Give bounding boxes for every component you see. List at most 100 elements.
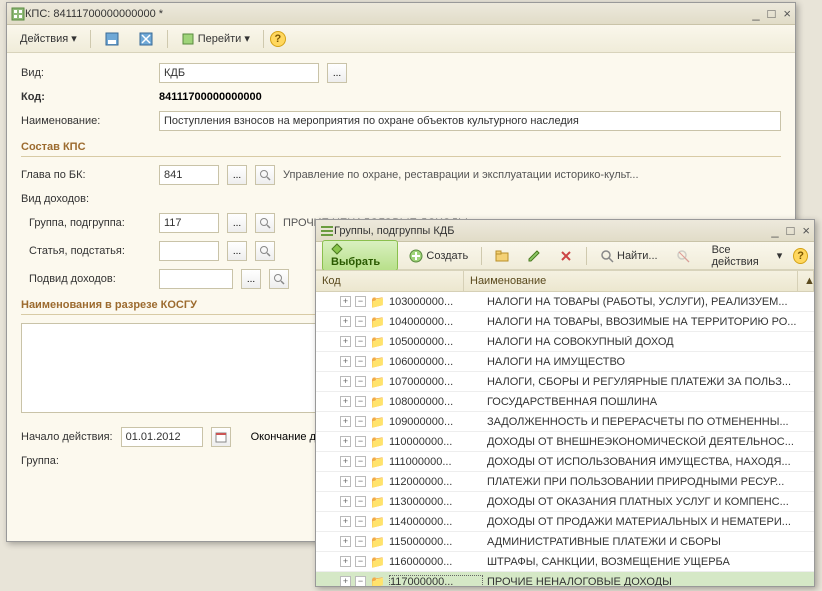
grp-input[interactable] [159, 213, 219, 233]
kps-title: КПС: 84111700000000000 * [25, 8, 752, 20]
create-button[interactable]: Создать [402, 246, 475, 266]
expand-icon[interactable]: + [340, 336, 351, 347]
collapse-icon[interactable]: − [355, 296, 366, 307]
list-icon [320, 224, 334, 238]
expand-icon[interactable]: + [340, 496, 351, 507]
expand-icon[interactable]: + [340, 416, 351, 427]
table-row[interactable]: +−📁109000000...ЗАДОЛЖЕННОСТЬ И ПЕРЕРАСЧЕ… [316, 412, 814, 432]
chevron-down-icon: ▾ [71, 32, 77, 45]
expand-icon[interactable]: + [340, 296, 351, 307]
expand-icon[interactable]: + [340, 316, 351, 327]
table-row[interactable]: +−📁111000000...ДОХОДЫ ОТ ИСПОЛЬЗОВАНИЯ И… [316, 452, 814, 472]
groups-window: Группы, подгруппы КДБ _ □ × Выбрать Созд… [315, 219, 815, 587]
edit-icon[interactable] [520, 246, 548, 266]
folder-icon: 📁 [370, 415, 385, 429]
glava-lookup[interactable]: ... [227, 165, 247, 185]
start-input[interactable] [121, 427, 203, 447]
podvid-lookup[interactable]: ... [241, 269, 261, 289]
table-row[interactable]: +−📁110000000...ДОХОДЫ ОТ ВНЕШНЕЭКОНОМИЧЕ… [316, 432, 814, 452]
expand-icon[interactable]: + [340, 376, 351, 387]
grp-search[interactable] [255, 213, 275, 233]
find-button[interactable]: Найти... [593, 246, 665, 266]
glava-search[interactable] [255, 165, 275, 185]
expand-icon[interactable]: + [340, 476, 351, 487]
table-row[interactable]: +−📁106000000...НАЛОГИ НА ИМУЩЕСТВО [316, 352, 814, 372]
table-row[interactable]: +−📁112000000...ПЛАТЕЖИ ПРИ ПОЛЬЗОВАНИИ П… [316, 472, 814, 492]
select-button[interactable]: Выбрать [322, 240, 398, 271]
close-button[interactable]: × [802, 223, 810, 238]
table-row[interactable]: +−📁115000000...АДМИНИСТРАТИВНЫЕ ПЛАТЕЖИ … [316, 532, 814, 552]
close-button[interactable]: × [783, 6, 791, 21]
collapse-icon[interactable]: − [355, 416, 366, 427]
minimize-button[interactable]: _ [752, 6, 759, 21]
collapse-icon[interactable]: − [355, 496, 366, 507]
scroll-up-icon[interactable]: ▲ [798, 271, 814, 291]
expand-icon[interactable]: + [340, 436, 351, 447]
minimize-button[interactable]: _ [771, 223, 778, 238]
row-code: 103000000... [389, 296, 483, 308]
table-row[interactable]: +−📁113000000...ДОХОДЫ ОТ ОКАЗАНИЯ ПЛАТНЫ… [316, 492, 814, 512]
goto-menu[interactable]: Перейти ▾ [174, 29, 257, 49]
vid-lookup[interactable]: ... [327, 63, 347, 83]
row-name: ДОХОДЫ ОТ ОКАЗАНИЯ ПЛАТНЫХ УСЛУГ И КОМПЕ… [483, 496, 814, 508]
kps-titlebar[interactable]: КПС: 84111700000000000 * _ □ × [7, 3, 795, 25]
collapse-icon[interactable]: − [355, 536, 366, 547]
help-icon[interactable]: ? [793, 248, 808, 264]
collapse-icon[interactable]: − [355, 476, 366, 487]
expand-icon[interactable]: + [340, 456, 351, 467]
expand-icon[interactable]: + [340, 556, 351, 567]
kod-label: Код: [21, 91, 151, 103]
actions-menu[interactable]: Действия ▾ [13, 29, 84, 48]
row-name: НАЛОГИ, СБОРЫ И РЕГУЛЯРНЫЕ ПЛАТЕЖИ ЗА ПО… [483, 376, 814, 388]
table-row[interactable]: +−📁103000000...НАЛОГИ НА ТОВАРЫ (РАБОТЫ,… [316, 292, 814, 312]
all-actions-menu[interactable]: Все действия ▾ [705, 241, 790, 271]
grp-lookup[interactable]: ... [227, 213, 247, 233]
stat-search[interactable] [255, 241, 275, 261]
help-icon[interactable]: ? [270, 31, 286, 47]
col-code[interactable]: Код [316, 271, 464, 291]
maximize-button[interactable]: □ [787, 223, 795, 238]
delete-icon[interactable] [552, 246, 580, 266]
table-row[interactable]: +−📁105000000...НАЛОГИ НА СОВОКУПНЫЙ ДОХО… [316, 332, 814, 352]
start-datepick[interactable] [211, 427, 231, 447]
collapse-icon[interactable]: − [355, 336, 366, 347]
table-row[interactable]: +−📁116000000...ШТРАФЫ, САНКЦИИ, ВОЗМЕЩЕН… [316, 552, 814, 572]
expand-icon[interactable]: + [340, 516, 351, 527]
collapse-icon[interactable]: − [355, 356, 366, 367]
collapse-icon[interactable]: − [355, 376, 366, 387]
expand-icon[interactable]: + [340, 356, 351, 367]
row-name: ДОХОДЫ ОТ ИСПОЛЬЗОВАНИЯ ИМУЩЕСТВА, НАХОД… [483, 456, 814, 468]
save-close-icon[interactable] [131, 28, 161, 50]
table-row[interactable]: +−📁104000000...НАЛОГИ НА ТОВАРЫ, ВВОЗИМЫ… [316, 312, 814, 332]
save-icon[interactable] [97, 28, 127, 50]
row-name: ГОСУДАРСТВЕННАЯ ПОШЛИНА [483, 396, 814, 408]
expand-icon[interactable]: + [340, 576, 351, 586]
stat-input[interactable] [159, 241, 219, 261]
row-code: 116000000... [389, 556, 483, 568]
col-name[interactable]: Наименование [464, 271, 798, 291]
table-row[interactable]: +−📁108000000...ГОСУДАРСТВЕННАЯ ПОШЛИНА [316, 392, 814, 412]
find-clear-icon[interactable] [669, 246, 697, 266]
collapse-icon[interactable]: − [355, 556, 366, 567]
folder-icon: 📁 [370, 395, 385, 409]
naim-input[interactable] [159, 111, 781, 131]
groups-titlebar[interactable]: Группы, подгруппы КДБ _ □ × [316, 220, 814, 242]
collapse-icon[interactable]: − [355, 436, 366, 447]
podvid-input[interactable] [159, 269, 233, 289]
collapse-icon[interactable]: − [355, 316, 366, 327]
podvid-search[interactable] [269, 269, 289, 289]
glava-input[interactable] [159, 165, 219, 185]
collapse-icon[interactable]: − [355, 516, 366, 527]
table-row[interactable]: +−📁117000000...ПРОЧИЕ НЕНАЛОГОВЫЕ ДОХОДЫ [316, 572, 814, 586]
maximize-button[interactable]: □ [768, 6, 776, 21]
vid-input[interactable] [159, 63, 319, 83]
expand-icon[interactable]: + [340, 396, 351, 407]
folder-new-icon[interactable] [488, 246, 516, 266]
collapse-icon[interactable]: − [355, 396, 366, 407]
table-row[interactable]: +−📁107000000...НАЛОГИ, СБОРЫ И РЕГУЛЯРНЫ… [316, 372, 814, 392]
stat-lookup[interactable]: ... [227, 241, 247, 261]
table-row[interactable]: +−📁114000000...ДОХОДЫ ОТ ПРОДАЖИ МАТЕРИА… [316, 512, 814, 532]
expand-icon[interactable]: + [340, 536, 351, 547]
collapse-icon[interactable]: − [355, 576, 366, 586]
collapse-icon[interactable]: − [355, 456, 366, 467]
